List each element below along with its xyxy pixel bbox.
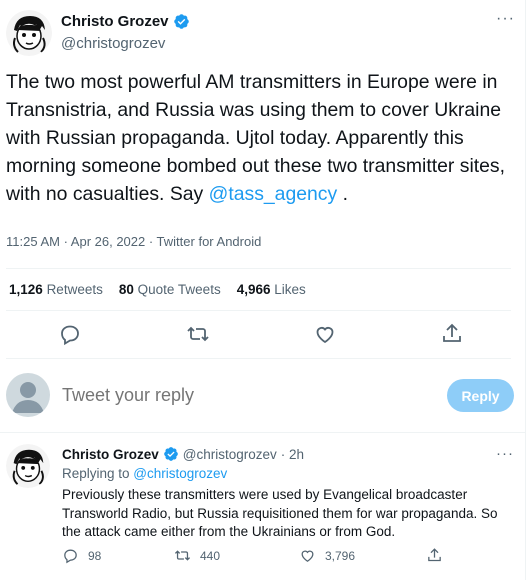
- tweet-detail-view: Christo Grozev @christogrozev ··· The tw…: [0, 0, 526, 580]
- author-handle[interactable]: @christogrozev: [183, 447, 277, 462]
- reply-count: 98: [88, 548, 102, 563]
- author-names: Christo Grozev @christogrozev: [61, 13, 190, 52]
- likes-label: Likes: [274, 282, 306, 297]
- reply-action[interactable]: 98: [62, 547, 101, 564]
- quotes-count: 80: [118, 282, 134, 297]
- retweet-count: 440: [200, 548, 221, 563]
- retweets-stat[interactable]: 1,126 Retweets: [9, 282, 103, 297]
- verified-badge-icon: [163, 447, 178, 461]
- divider: [6, 310, 511, 311]
- more-icon[interactable]: ···: [496, 445, 514, 462]
- share-icon: [428, 548, 441, 562]
- tweet-text-end: .: [337, 183, 348, 205]
- divider: [6, 358, 511, 359]
- reply-composer: Reply: [0, 370, 526, 424]
- retweet-action[interactable]: 440: [174, 547, 220, 564]
- like-action[interactable]: 3,796: [299, 547, 355, 564]
- reply-tweet[interactable]: Christo Grozev @christogrozev · 2h ··· R…: [0, 440, 526, 580]
- author-handle[interactable]: @christogrozev: [61, 35, 190, 52]
- reply-tweet-action-bar: 98 440 3,796: [62, 547, 512, 569]
- replying-to-link[interactable]: @christogrozev: [133, 466, 227, 481]
- tweet-time[interactable]: · 2h: [281, 447, 304, 462]
- more-icon[interactable]: ···: [496, 10, 515, 28]
- display-name-text[interactable]: Christo Grozev: [61, 13, 169, 30]
- replying-to: Replying to @christogrozev: [62, 466, 227, 481]
- reply-button[interactable]: Reply: [447, 379, 514, 412]
- quotes-label: Quote Tweets: [137, 282, 221, 297]
- like-count: 3,796: [325, 548, 356, 563]
- reply-tweet-text: Previously these transmitters were used …: [62, 487, 498, 539]
- tweet-header: Christo Grozev @christogrozev ···: [6, 8, 515, 56]
- avatar[interactable]: [6, 10, 52, 56]
- tweet-meta[interactable]: 11:25 AM · Apr 26, 2022 · Twitter for An…: [6, 234, 261, 249]
- tweet-stats: 1,126 Retweets 80 Quote Tweets 4,966 Lik…: [9, 282, 306, 297]
- replying-to-prefix: Replying to: [62, 466, 134, 481]
- divider: [6, 268, 511, 269]
- tweet-action-bar: [0, 322, 526, 348]
- reply-icon: [64, 549, 77, 564]
- like-icon[interactable]: [313, 322, 337, 346]
- reply-icon[interactable]: [58, 322, 82, 346]
- quotes-stat[interactable]: 80 Quote Tweets: [119, 282, 221, 297]
- retweets-count: 1,126: [9, 282, 43, 297]
- tweet-text: The two most powerful AM transmitters in…: [6, 68, 511, 208]
- reply-tweet-header: Christo Grozev @christogrozev · 2h: [62, 446, 304, 462]
- display-name[interactable]: Christo Grozev: [62, 447, 159, 462]
- display-name[interactable]: Christo Grozev: [61, 13, 190, 30]
- share-action[interactable]: [426, 547, 443, 564]
- avatar[interactable]: [6, 444, 50, 488]
- share-icon[interactable]: [440, 322, 464, 346]
- verified-badge-icon: [173, 14, 189, 29]
- mention-link[interactable]: @tass_agency: [209, 183, 338, 205]
- default-avatar-icon: [6, 373, 50, 417]
- likes-stat[interactable]: 4,966 Likes: [237, 282, 306, 297]
- retweet-icon: [174, 550, 191, 561]
- likes-count: 4,966: [236, 282, 271, 297]
- divider: [0, 432, 525, 433]
- like-icon: [301, 550, 314, 562]
- retweets-label: Retweets: [46, 282, 103, 297]
- reply-input[interactable]: [62, 385, 362, 406]
- retweet-icon[interactable]: [186, 322, 210, 346]
